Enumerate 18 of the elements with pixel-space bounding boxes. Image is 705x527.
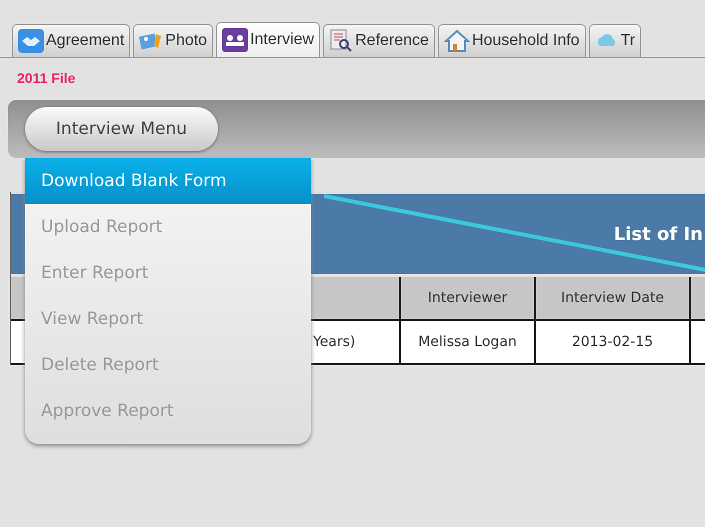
document-search-icon [329,29,354,53]
table-title: List of In [614,224,703,244]
file-label: 2011 File [17,70,76,86]
tab[interactable]: Household Info [438,24,586,57]
tab[interactable]: Interview [216,22,320,57]
house-icon [444,29,470,53]
tab[interactable]: Tr [588,24,642,57]
column-header: Interviewer [401,277,536,321]
menu-button[interactable]: Interview Menu [25,107,218,151]
table-cell [691,321,705,365]
column-header: Interview Date [536,277,691,321]
tab[interactable]: Agreement [12,24,130,57]
people-icon [222,28,248,52]
column-header [691,277,705,321]
table-cell: Melissa Logan [401,321,536,365]
table-cell: 2013-02-15 [536,321,691,365]
tab[interactable]: Reference [323,24,435,57]
tab[interactable]: Photo [133,24,214,57]
